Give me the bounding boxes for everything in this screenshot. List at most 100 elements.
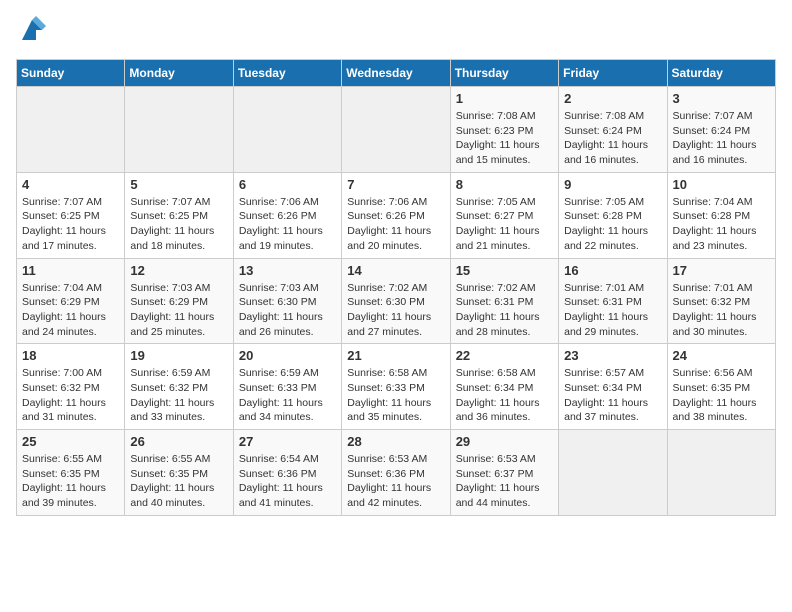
calendar-cell: 11 Sunrise: 7:04 AM Sunset: 6:29 PM Dayli… [17, 258, 125, 344]
calendar-cell [559, 430, 667, 516]
day-number: 24 [673, 348, 770, 363]
day-number: 18 [22, 348, 119, 363]
day-number: 8 [456, 177, 553, 192]
calendar-week-row: 18 Sunrise: 7:00 AM Sunset: 6:32 PM Dayli… [17, 344, 776, 430]
day-number: 25 [22, 434, 119, 449]
calendar-cell: 13 Sunrise: 7:03 AM Sunset: 6:30 PM Dayli… [233, 258, 341, 344]
day-number: 29 [456, 434, 553, 449]
day-info: Sunrise: 7:00 AM Sunset: 6:32 PM Dayligh… [22, 366, 119, 425]
day-number: 19 [130, 348, 227, 363]
day-info: Sunrise: 6:55 AM Sunset: 6:35 PM Dayligh… [130, 452, 227, 511]
day-info: Sunrise: 7:08 AM Sunset: 6:24 PM Dayligh… [564, 109, 661, 168]
calendar-cell: 16 Sunrise: 7:01 AM Sunset: 6:31 PM Dayli… [559, 258, 667, 344]
day-info: Sunrise: 7:05 AM Sunset: 6:28 PM Dayligh… [564, 195, 661, 254]
day-number: 26 [130, 434, 227, 449]
calendar-week-row: 25 Sunrise: 6:55 AM Sunset: 6:35 PM Dayli… [17, 430, 776, 516]
calendar-cell: 22 Sunrise: 6:58 AM Sunset: 6:34 PM Dayli… [450, 344, 558, 430]
calendar-cell: 27 Sunrise: 6:54 AM Sunset: 6:36 PM Dayli… [233, 430, 341, 516]
calendar-cell: 3 Sunrise: 7:07 AM Sunset: 6:24 PM Daylig… [667, 87, 775, 173]
day-info: Sunrise: 6:55 AM Sunset: 6:35 PM Dayligh… [22, 452, 119, 511]
day-number: 10 [673, 177, 770, 192]
calendar-cell: 14Sunrise: 7:02 AM Sunset: 6:30 PM Dayli… [342, 258, 450, 344]
day-info: Sunrise: 6:54 AM Sunset: 6:36 PM Dayligh… [239, 452, 336, 511]
calendar-cell: 26 Sunrise: 6:55 AM Sunset: 6:35 PM Dayli… [125, 430, 233, 516]
calendar-week-row: 11 Sunrise: 7:04 AM Sunset: 6:29 PM Dayli… [17, 258, 776, 344]
calendar-cell: 8 Sunrise: 7:05 AM Sunset: 6:27 PM Daylig… [450, 172, 558, 258]
day-number: 16 [564, 263, 661, 278]
day-info: Sunrise: 7:04 AM Sunset: 6:29 PM Dayligh… [22, 281, 119, 340]
day-info: Sunrise: 6:59 AM Sunset: 6:33 PM Dayligh… [239, 366, 336, 425]
day-info: Sunrise: 6:58 AM Sunset: 6:34 PM Dayligh… [456, 366, 553, 425]
day-number: 13 [239, 263, 336, 278]
day-info: Sunrise: 6:56 AM Sunset: 6:35 PM Dayligh… [673, 366, 770, 425]
calendar-cell: 6Sunrise: 7:06 AM Sunset: 6:26 PM Daylig… [233, 172, 341, 258]
calendar-cell: 15 Sunrise: 7:02 AM Sunset: 6:31 PM Dayli… [450, 258, 558, 344]
day-number: 7 [347, 177, 444, 192]
calendar-cell: 28 Sunrise: 6:53 AM Sunset: 6:36 PM Dayli… [342, 430, 450, 516]
weekday-header: Thursday [450, 60, 558, 87]
calendar-week-row: 4 Sunrise: 7:07 AM Sunset: 6:25 PM Daylig… [17, 172, 776, 258]
day-number: 22 [456, 348, 553, 363]
page-header [16, 16, 776, 49]
day-number: 6 [239, 177, 336, 192]
calendar-cell: 4 Sunrise: 7:07 AM Sunset: 6:25 PM Daylig… [17, 172, 125, 258]
calendar-header-row: SundayMondayTuesdayWednesdayThursdayFrid… [17, 60, 776, 87]
calendar-cell: 10 Sunrise: 7:04 AM Sunset: 6:28 PM Dayli… [667, 172, 775, 258]
day-number: 17 [673, 263, 770, 278]
day-info: Sunrise: 7:03 AM Sunset: 6:30 PM Dayligh… [239, 281, 336, 340]
weekday-header: Saturday [667, 60, 775, 87]
day-info: Sunrise: 7:08 AM Sunset: 6:23 PM Dayligh… [456, 109, 553, 168]
calendar-cell: 18 Sunrise: 7:00 AM Sunset: 6:32 PM Dayli… [17, 344, 125, 430]
calendar-cell: 12Sunrise: 7:03 AM Sunset: 6:29 PM Dayli… [125, 258, 233, 344]
day-number: 20 [239, 348, 336, 363]
calendar-cell: 25 Sunrise: 6:55 AM Sunset: 6:35 PM Dayli… [17, 430, 125, 516]
day-number: 3 [673, 91, 770, 106]
day-info: Sunrise: 7:03 AM Sunset: 6:29 PM Dayligh… [130, 281, 227, 340]
calendar-cell: 9 Sunrise: 7:05 AM Sunset: 6:28 PM Daylig… [559, 172, 667, 258]
calendar-cell: 20 Sunrise: 6:59 AM Sunset: 6:33 PM Dayli… [233, 344, 341, 430]
calendar-cell [342, 87, 450, 173]
day-info: Sunrise: 6:59 AM Sunset: 6:32 PM Dayligh… [130, 366, 227, 425]
calendar-table: SundayMondayTuesdayWednesdayThursdayFrid… [16, 59, 776, 516]
day-info: Sunrise: 6:58 AM Sunset: 6:33 PM Dayligh… [347, 366, 444, 425]
calendar-cell: 29 Sunrise: 6:53 AM Sunset: 6:37 PM Dayli… [450, 430, 558, 516]
day-number: 15 [456, 263, 553, 278]
day-info: Sunrise: 6:53 AM Sunset: 6:36 PM Dayligh… [347, 452, 444, 511]
calendar-cell: 5Sunrise: 7:07 AM Sunset: 6:25 PM Daylig… [125, 172, 233, 258]
day-number: 23 [564, 348, 661, 363]
day-number: 9 [564, 177, 661, 192]
day-number: 21 [347, 348, 444, 363]
weekday-header: Friday [559, 60, 667, 87]
calendar-cell [667, 430, 775, 516]
calendar-week-row: 1 Sunrise: 7:08 AM Sunset: 6:23 PM Daylig… [17, 87, 776, 173]
day-info: Sunrise: 7:07 AM Sunset: 6:25 PM Dayligh… [22, 195, 119, 254]
day-number: 27 [239, 434, 336, 449]
day-info: Sunrise: 7:01 AM Sunset: 6:32 PM Dayligh… [673, 281, 770, 340]
day-number: 1 [456, 91, 553, 106]
day-info: Sunrise: 7:02 AM Sunset: 6:31 PM Dayligh… [456, 281, 553, 340]
calendar-cell: 1 Sunrise: 7:08 AM Sunset: 6:23 PM Daylig… [450, 87, 558, 173]
day-info: Sunrise: 7:06 AM Sunset: 6:26 PM Dayligh… [347, 195, 444, 254]
calendar-cell: 19 Sunrise: 6:59 AM Sunset: 6:32 PM Dayli… [125, 344, 233, 430]
day-info: Sunrise: 7:07 AM Sunset: 6:24 PM Dayligh… [673, 109, 770, 168]
day-number: 28 [347, 434, 444, 449]
day-info: Sunrise: 7:04 AM Sunset: 6:28 PM Dayligh… [673, 195, 770, 254]
day-info: Sunrise: 7:01 AM Sunset: 6:31 PM Dayligh… [564, 281, 661, 340]
day-number: 11 [22, 263, 119, 278]
calendar-cell: 23 Sunrise: 6:57 AM Sunset: 6:34 PM Dayli… [559, 344, 667, 430]
day-info: Sunrise: 6:53 AM Sunset: 6:37 PM Dayligh… [456, 452, 553, 511]
calendar-cell [125, 87, 233, 173]
calendar-cell: 21 Sunrise: 6:58 AM Sunset: 6:33 PM Dayli… [342, 344, 450, 430]
calendar-cell: 17 Sunrise: 7:01 AM Sunset: 6:32 PM Dayli… [667, 258, 775, 344]
calendar-cell: 2Sunrise: 7:08 AM Sunset: 6:24 PM Daylig… [559, 87, 667, 173]
day-info: Sunrise: 7:05 AM Sunset: 6:27 PM Dayligh… [456, 195, 553, 254]
weekday-header: Monday [125, 60, 233, 87]
calendar-cell [233, 87, 341, 173]
weekday-header: Tuesday [233, 60, 341, 87]
weekday-header: Wednesday [342, 60, 450, 87]
calendar-cell: 24 Sunrise: 6:56 AM Sunset: 6:35 PM Dayli… [667, 344, 775, 430]
day-number: 4 [22, 177, 119, 192]
day-info: Sunrise: 6:57 AM Sunset: 6:34 PM Dayligh… [564, 366, 661, 425]
logo [16, 16, 46, 49]
weekday-header: Sunday [17, 60, 125, 87]
